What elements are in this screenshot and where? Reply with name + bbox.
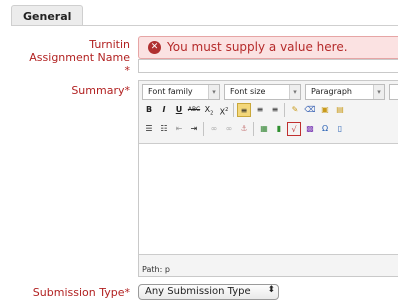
- toolbar-row-3: ☰ ☷ ⇤ ⇥ ∞ ∞ ⚓ ▦ ▮ √ ▩ Ω ▯: [142, 122, 398, 138]
- editor-content-area[interactable]: [139, 143, 398, 255]
- font-family-value: Font family: [148, 87, 193, 96]
- emoticon-icon[interactable]: ▩: [303, 122, 317, 136]
- assignment-name-label: Turnitin Assignment Name *: [0, 38, 130, 77]
- fieldset-divider: [11, 25, 398, 26]
- cleanup-icon[interactable]: ⌫: [303, 103, 317, 117]
- assignment-name-required: *: [124, 64, 131, 77]
- summary-required: *: [124, 84, 131, 97]
- summary-label: Summary*: [0, 84, 130, 97]
- font-family-arrow-icon: ▾: [208, 85, 219, 99]
- summary-editor: Font family ▾ Font size ▾ Paragraph ▾ B …: [138, 80, 398, 277]
- submission-type-label: Submission Type*: [0, 286, 130, 299]
- assignment-name-label-line2: Assignment Name: [29, 51, 130, 64]
- underline-button[interactable]: U: [172, 103, 186, 117]
- font-size-value: Font size: [230, 87, 266, 96]
- align-right-icon[interactable]: ≡: [268, 103, 282, 117]
- toolbar-row-2: B I U ABC X2 X2 ≡ ≡ ≡ ✎ ⌫ ▣ ▤: [142, 103, 398, 119]
- error-message: You must supply a value here.: [167, 40, 348, 54]
- format-value: Paragraph: [311, 87, 352, 96]
- submission-type-select[interactable]: Any Submission Type ⬍: [138, 284, 279, 300]
- section-header-general: General: [11, 5, 83, 25]
- summary-label-text: Summary: [71, 84, 125, 97]
- italic-button[interactable]: I: [157, 103, 171, 117]
- paste-icon[interactable]: ▣: [318, 103, 332, 117]
- bold-button[interactable]: B: [142, 103, 156, 117]
- media-icon[interactable]: ▮: [272, 122, 286, 136]
- link-icon[interactable]: ∞: [207, 122, 221, 136]
- numbered-list-icon[interactable]: ☷: [157, 122, 171, 136]
- toolbar-separator: [203, 122, 204, 136]
- font-size-arrow-icon: ▾: [289, 85, 300, 99]
- bullet-list-icon[interactable]: ☰: [142, 122, 156, 136]
- strikethrough-button[interactable]: ABC: [187, 103, 201, 117]
- assignment-name-label-line1: Turnitin: [89, 38, 130, 51]
- superscript-button[interactable]: X2: [217, 103, 231, 117]
- format-select[interactable]: Paragraph ▾: [305, 84, 385, 100]
- styleprops-icon[interactable]: ✎: [288, 103, 302, 117]
- unlink-icon[interactable]: ∞: [222, 122, 236, 136]
- font-size-select[interactable]: Font size ▾: [224, 84, 301, 100]
- align-left-icon[interactable]: ≡: [237, 103, 251, 117]
- format-arrow-icon: ▾: [373, 85, 384, 99]
- font-family-select[interactable]: Font family ▾: [142, 84, 220, 100]
- anchor-icon[interactable]: ⚓: [237, 122, 251, 136]
- align-center-icon[interactable]: ≡: [253, 103, 267, 117]
- outdent-icon[interactable]: ⇤: [172, 122, 186, 136]
- indent-icon[interactable]: ⇥: [187, 122, 201, 136]
- special-char-icon[interactable]: Ω: [318, 122, 332, 136]
- table-icon[interactable]: ▯: [333, 122, 347, 136]
- equation-icon[interactable]: √: [287, 122, 301, 136]
- assignment-name-error: ✕ You must supply a value here.: [138, 36, 398, 59]
- style-select[interactable]: [389, 84, 398, 100]
- select-arrows-icon: ⬍: [267, 285, 275, 295]
- subscript-button[interactable]: X2: [202, 103, 216, 117]
- image-icon[interactable]: ▦: [257, 122, 271, 136]
- paste-text-icon[interactable]: ▤: [333, 103, 347, 117]
- submission-type-value: Any Submission Type: [145, 286, 251, 297]
- assignment-name-input[interactable]: [138, 59, 398, 73]
- toolbar-separator: [253, 122, 254, 136]
- toolbar-separator: [284, 103, 285, 117]
- submission-type-label-text: Submission Type: [32, 286, 125, 299]
- x-circle-icon: ✕: [148, 41, 161, 54]
- section-title: General: [23, 10, 72, 23]
- submission-type-required: *: [124, 286, 131, 299]
- editor-path: Path: p: [142, 265, 170, 274]
- toolbar-separator: [233, 103, 234, 117]
